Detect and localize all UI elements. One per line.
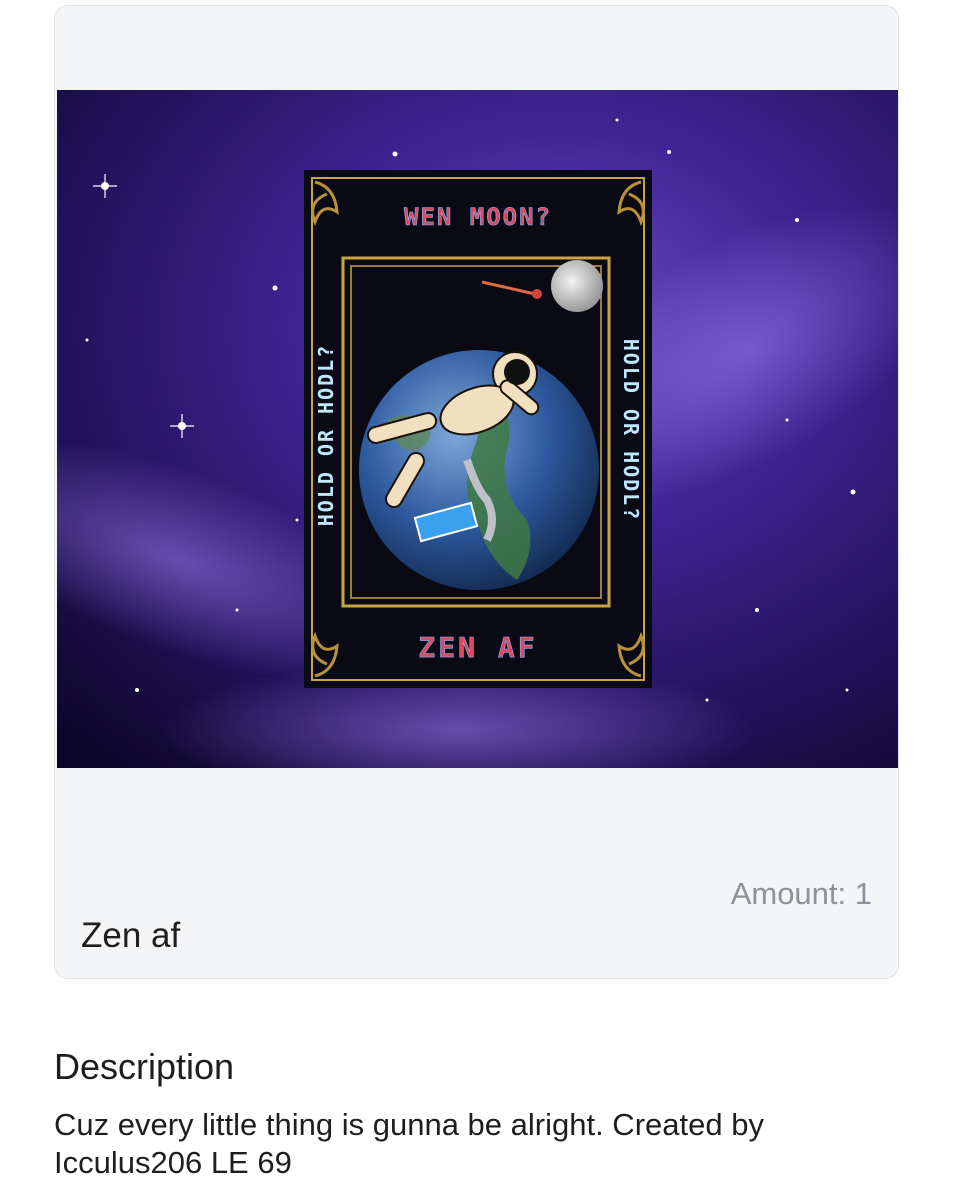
artwork-top-banner: WEN MOON? <box>404 203 552 231</box>
artwork-bottom-banner: ZEN AF <box>418 631 537 664</box>
nft-card: WEN MOON? ZEN AF HOLD OR HODL? HOLD OR H… <box>54 5 899 979</box>
amount-label: Amount: 1 <box>730 876 872 911</box>
description-heading: Description <box>54 1046 235 1087</box>
nft-artwork-image[interactable]: WEN MOON? ZEN AF HOLD OR HODL? HOLD OR H… <box>57 90 899 768</box>
artwork-side-text-left: HOLD OR HODL? <box>314 344 338 527</box>
card-artwork: WEN MOON? ZEN AF HOLD OR HODL? HOLD OR H… <box>304 170 652 688</box>
artwork-side-text-right: HOLD OR HODL? <box>619 339 643 522</box>
nft-title: Zen af <box>81 916 181 955</box>
description-text: Cuz every little thing is gunna be alrig… <box>54 1107 764 1180</box>
